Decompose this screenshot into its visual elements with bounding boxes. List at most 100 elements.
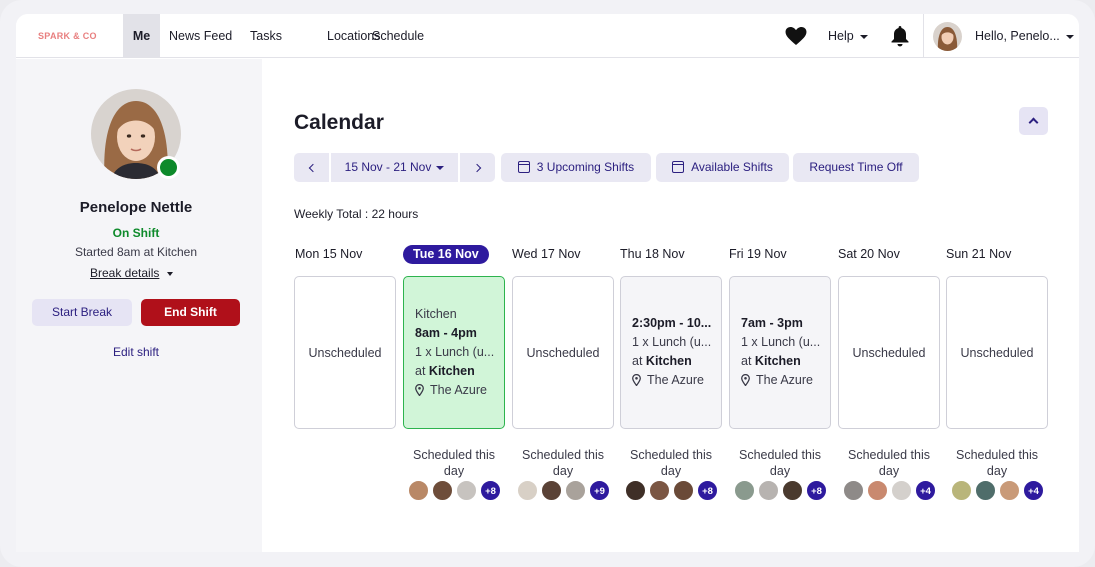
week-range-select[interactable]: 15 Nov - 21 Nov [331, 153, 458, 182]
weekly-total: Weekly Total : 22 hours [294, 207, 419, 221]
day-card-mon[interactable]: Unscheduled [294, 276, 396, 429]
greeting-label: Hello, Penelo... [975, 29, 1060, 43]
shift-break: 1 x Lunch (u... [415, 345, 495, 359]
chevron-left-icon [308, 163, 317, 173]
shift-area: Kitchen [428, 364, 475, 378]
day-card-wed[interactable]: Unscheduled [512, 276, 614, 429]
shift-location: Kitchen [415, 307, 457, 321]
nav-schedule[interactable]: Schedule [372, 14, 424, 58]
prev-week-button[interactable] [294, 153, 329, 182]
avatar [673, 480, 694, 501]
chevron-down-icon [1065, 34, 1074, 39]
user-avatar[interactable] [933, 22, 962, 51]
shift-status: On Shift [112, 226, 160, 240]
shift-venue: The Azure [430, 383, 487, 397]
calendar-icon [517, 160, 530, 173]
day-card-fri[interactable]: 7am - 3pm 1 x Lunch (u... at Kitchen The… [729, 276, 831, 429]
day-card-sat[interactable]: Unscheduled [838, 276, 940, 429]
shift-started-text: Started 8am at Kitchen [74, 245, 198, 259]
day-header-tue: Tue 16 Nov [403, 245, 489, 264]
collapse-button[interactable] [1019, 107, 1048, 135]
end-shift-button[interactable]: End Shift [141, 299, 240, 326]
shift-area: Kitchen [645, 354, 692, 368]
request-time-off-button[interactable]: Request Time Off [793, 153, 919, 182]
avatar [758, 480, 779, 501]
scheduled-label-sat: Scheduled this day [847, 448, 930, 478]
profile-sidebar: Penelope Nettle On Shift Started 8am at … [16, 59, 262, 552]
more-count-badge: +8 [806, 480, 827, 501]
shift-time: 8am - 4pm [415, 326, 477, 340]
scheduled-avatars-sat[interactable]: +4 [843, 480, 938, 502]
shift-at: at [741, 354, 752, 368]
avatar [734, 480, 755, 501]
scheduled-label-wed: Scheduled this day [521, 448, 604, 478]
avatar [408, 480, 429, 501]
week-range-label: 15 Nov - 21 Nov [344, 160, 432, 174]
shift-time: 2:30pm - 10... [632, 316, 712, 330]
break-details-toggle[interactable]: Break details [90, 266, 174, 280]
nav-tasks[interactable]: Tasks [250, 14, 282, 58]
shift-break: 1 x Lunch (u... [741, 335, 821, 349]
shift-details: 2:30pm - 10... 1 x Lunch (u... at Kitche… [632, 314, 715, 390]
avatar [625, 480, 646, 501]
scheduled-label-sun: Scheduled this day [955, 448, 1038, 478]
more-count-badge: +8 [480, 480, 501, 501]
user-menu[interactable]: Hello, Penelo... [975, 14, 1074, 58]
top-nav: SPARK & CO Me News Feed Tasks Locations … [16, 14, 1079, 58]
unscheduled-label: Unscheduled [526, 345, 600, 360]
start-break-button[interactable]: Start Break [32, 299, 132, 326]
location-pin-icon [741, 373, 750, 386]
avatar [565, 480, 586, 501]
scheduled-label-fri: Scheduled this day [738, 448, 821, 478]
window-frame: SPARK & CO Me News Feed Tasks Locations … [0, 0, 1095, 567]
help-menu[interactable]: Help [828, 14, 868, 58]
bell-icon[interactable] [890, 25, 910, 47]
scheduled-avatars-sun[interactable]: +4 [951, 480, 1046, 502]
scheduled-label-tue: Scheduled this day [412, 448, 495, 478]
day-card-tue[interactable]: Kitchen 8am - 4pm 1 x Lunch (u... at Kit… [403, 276, 505, 429]
edit-shift-link[interactable]: Edit shift [16, 345, 256, 359]
shift-at: at [632, 354, 643, 368]
shift-venue: The Azure [756, 373, 813, 387]
upcoming-shifts-label: 3 Upcoming Shifts [536, 160, 635, 174]
calendar-plus-icon [672, 160, 685, 173]
location-pin-icon [632, 373, 641, 386]
online-status-dot [157, 156, 180, 179]
unscheduled-label: Unscheduled [960, 345, 1034, 360]
avatar [891, 480, 912, 501]
avatar [541, 480, 562, 501]
available-shifts-button[interactable]: Available Shifts [656, 153, 789, 182]
day-card-thu[interactable]: 2:30pm - 10... 1 x Lunch (u... at Kitche… [620, 276, 722, 429]
avatar [782, 480, 803, 501]
chevron-down-icon [859, 34, 868, 39]
calendar-panel: Calendar 15 Nov - 21 Nov 3 Upcoming Shif… [262, 59, 1079, 552]
shift-break: 1 x Lunch (u... [632, 335, 712, 349]
scheduled-label-thu: Scheduled this day [629, 448, 712, 478]
profile-name: Penelope Nettle [79, 199, 193, 216]
day-header-sat: Sat 20 Nov [838, 247, 900, 261]
scheduled-avatars-wed[interactable]: +9 [517, 480, 612, 502]
scheduled-avatars-thu[interactable]: +8 [625, 480, 720, 502]
avatar [517, 480, 538, 501]
brand-logo[interactable]: SPARK & CO [38, 14, 97, 58]
avatar [432, 480, 453, 501]
day-header-thu: Thu 18 Nov [620, 247, 685, 261]
chevron-right-icon [472, 163, 481, 173]
unscheduled-label: Unscheduled [308, 345, 382, 360]
scheduled-avatars-fri[interactable]: +8 [734, 480, 829, 502]
upcoming-shifts-button[interactable]: 3 Upcoming Shifts [501, 153, 651, 182]
heart-icon[interactable] [784, 26, 808, 46]
nav-news-feed[interactable]: News Feed [169, 14, 232, 58]
avatar [951, 480, 972, 501]
more-count-badge: +4 [1023, 480, 1044, 501]
nav-divider [923, 14, 924, 58]
next-week-button[interactable] [460, 153, 495, 182]
scheduled-avatars-tue[interactable]: +8 [408, 480, 503, 502]
day-header-sun: Sun 21 Nov [946, 247, 1012, 261]
day-card-sun[interactable]: Unscheduled [946, 276, 1048, 429]
break-details-label: Break details [90, 266, 160, 280]
day-header-wed: Wed 17 Nov [512, 247, 581, 261]
nav-me[interactable]: Me [123, 14, 160, 58]
app-container: SPARK & CO Me News Feed Tasks Locations … [16, 14, 1079, 552]
unscheduled-label: Unscheduled [852, 345, 926, 360]
